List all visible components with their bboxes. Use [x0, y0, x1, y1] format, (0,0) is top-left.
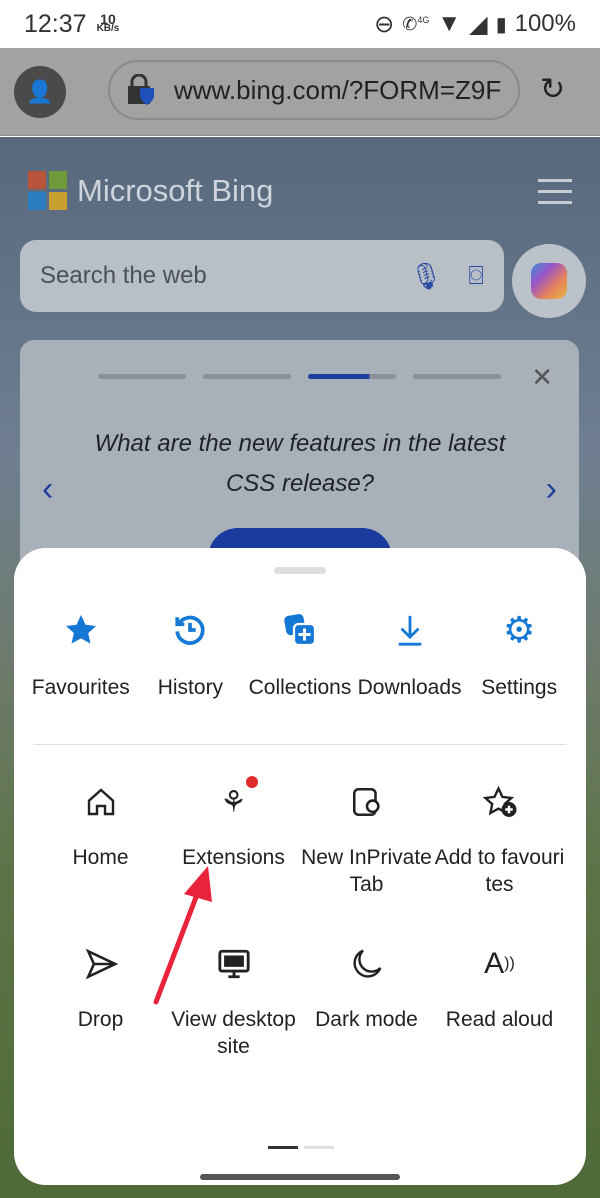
gesture-navigation-bar[interactable]: [200, 1174, 400, 1180]
annotation-arrow: [153, 866, 212, 1005]
